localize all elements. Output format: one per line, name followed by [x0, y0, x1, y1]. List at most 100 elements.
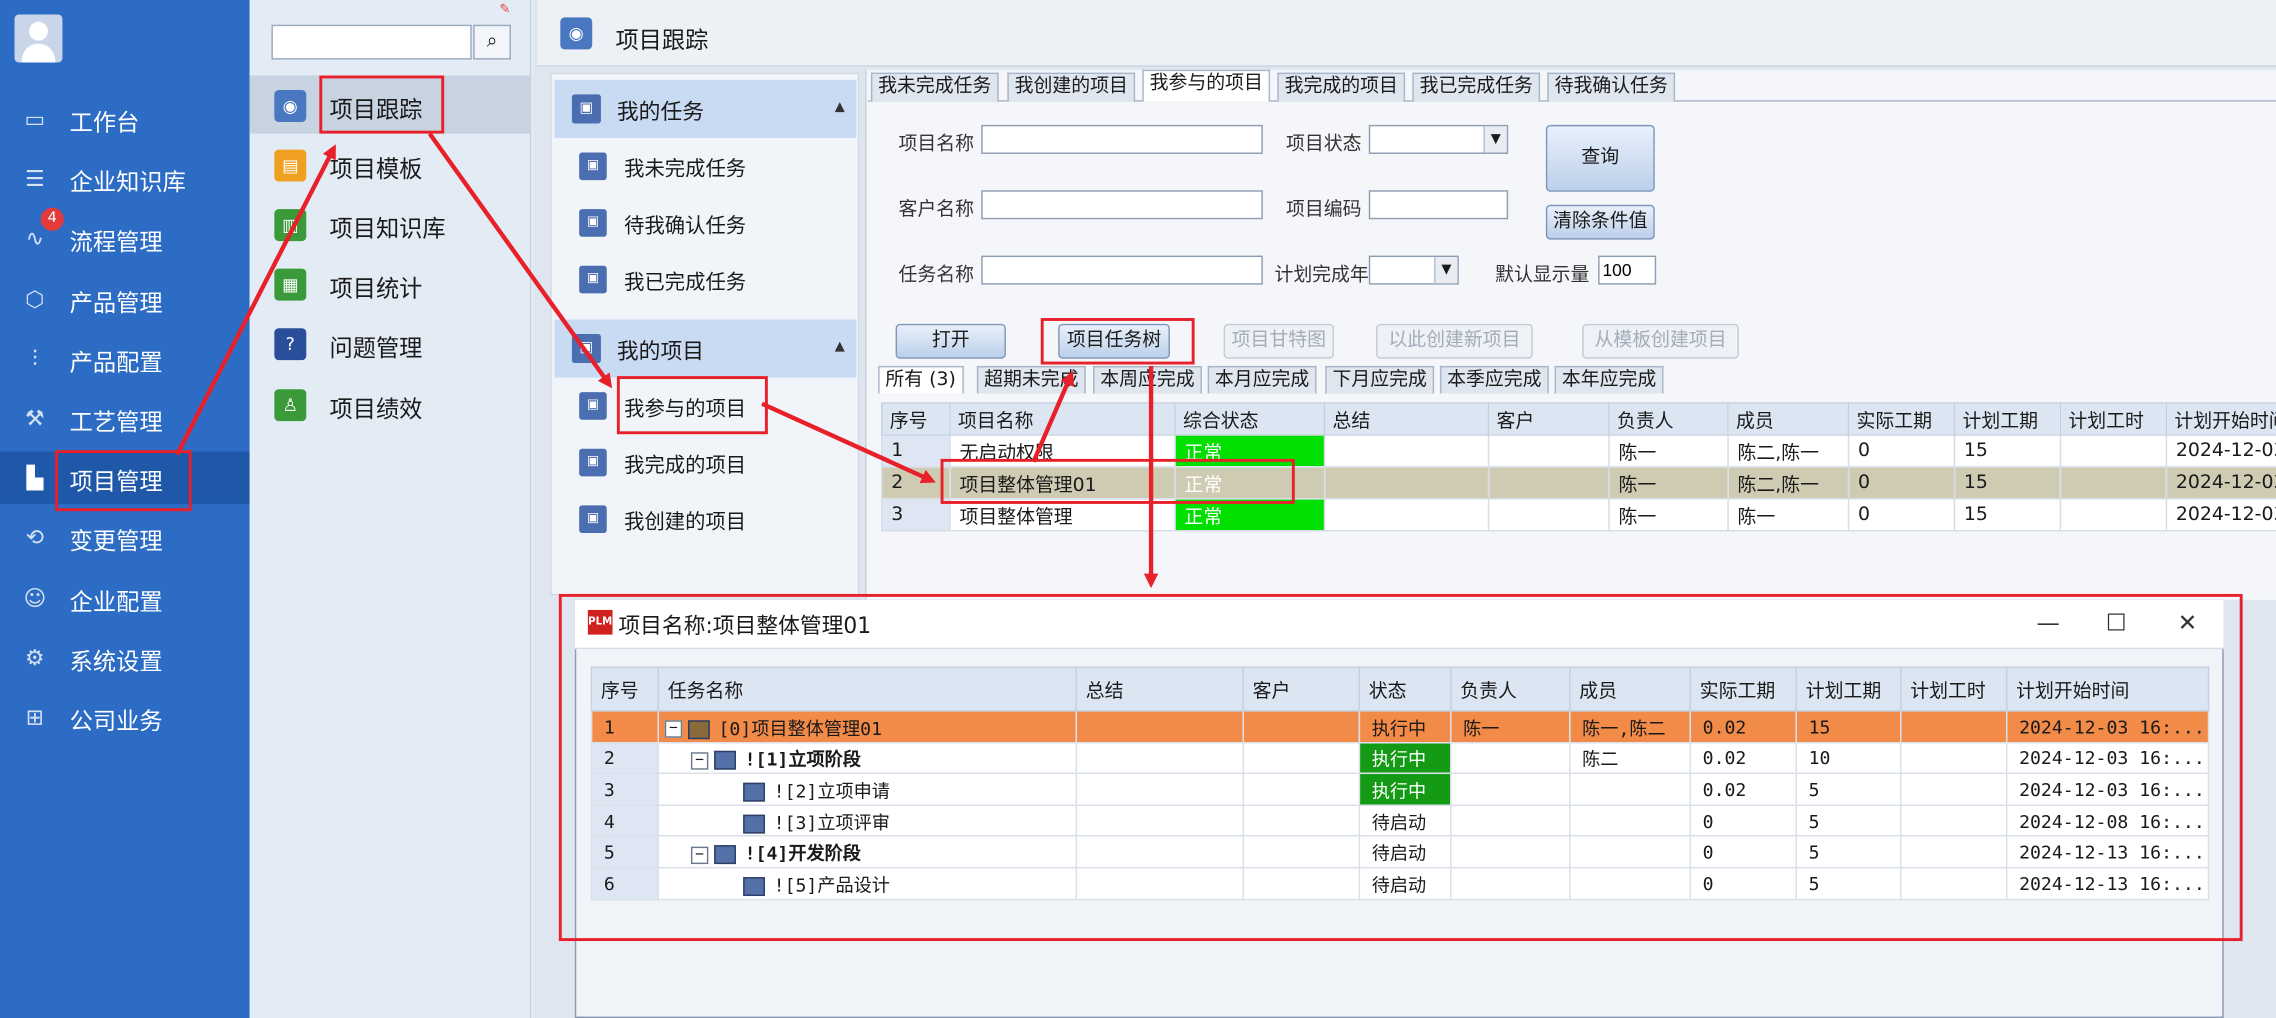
- submenu-item-performance[interactable]: ♙ 项目绩效: [250, 375, 532, 433]
- project-name-input[interactable]: [981, 124, 1263, 154]
- users-icon: ☺: [23, 585, 47, 612]
- nav-item-flow[interactable]: ∿ 流程管理: [0, 212, 250, 264]
- subtab-next-month[interactable]: 下月应完成: [1325, 365, 1435, 394]
- submenu-item-statistics[interactable]: ▦ 项目统计: [250, 254, 532, 312]
- search-input[interactable]: [271, 24, 472, 60]
- subtab-this-month[interactable]: 本月应完成: [1207, 365, 1317, 394]
- nav-item-business[interactable]: ⊞ 公司业务: [0, 691, 250, 743]
- group-my-projects[interactable]: ▣ 我的项目 ▲: [554, 319, 857, 378]
- annotation-box-task-tree: [1040, 318, 1195, 365]
- project-code-label: 项目编码: [1286, 198, 1362, 221]
- default-count-input[interactable]: [1598, 255, 1657, 285]
- annotation-box-joined: [616, 376, 768, 435]
- column-header[interactable]: 序号: [881, 402, 951, 436]
- project-status-select[interactable]: ▼: [1368, 124, 1509, 154]
- task-name-input[interactable]: [981, 255, 1263, 285]
- subtab-this-week[interactable]: 本周应完成: [1093, 365, 1202, 394]
- submenu-item-issues[interactable]: ? 问题管理: [250, 314, 532, 372]
- query-button[interactable]: 查询: [1545, 124, 1655, 192]
- plan-year-select[interactable]: ▼: [1368, 255, 1459, 285]
- search-icon[interactable]: ⌕: [473, 24, 511, 60]
- task-icon: ▣: [579, 152, 607, 181]
- column-header[interactable]: 综合状态: [1174, 402, 1326, 436]
- tree-item-created-projects[interactable]: ▣ 我创建的项目: [554, 492, 856, 547]
- subtab-all[interactable]: 所有 (3): [878, 365, 964, 394]
- column-header[interactable]: 客户: [1487, 402, 1610, 436]
- tab-done-tasks[interactable]: 我已完成任务: [1412, 72, 1541, 102]
- nav-item-settings[interactable]: ⚙ 系统设置: [0, 632, 250, 684]
- performance-icon: ♙: [274, 389, 307, 422]
- task-icon: ▣: [579, 209, 607, 237]
- project-name-label: 项目名称: [898, 133, 974, 156]
- customer-label: 客户名称: [898, 198, 974, 221]
- tree-item-undone-tasks[interactable]: ▣ 我未完成任务: [554, 139, 856, 194]
- pin-icon[interactable]: ✎: [499, 3, 514, 18]
- column-header[interactable]: 实际工期: [1847, 402, 1956, 436]
- annotation-box-project-mgmt: [55, 450, 192, 512]
- nav-item-change[interactable]: ⟲ 变更管理: [0, 511, 250, 563]
- project-status-label: 项目状态: [1286, 133, 1362, 156]
- subtab-overdue[interactable]: 超期未完成: [976, 365, 1086, 394]
- wrench-icon: ⚒: [25, 405, 45, 432]
- chart-icon: ▦: [274, 268, 307, 301]
- question-icon: ?: [274, 328, 307, 361]
- nav-item-enterprise[interactable]: ☺ 企业配置: [0, 572, 250, 624]
- create-from-button[interactable]: 以此创建新项目: [1376, 323, 1533, 359]
- group-my-tasks[interactable]: ▣ 我的任务 ▲: [554, 79, 857, 138]
- submenu-item-knowledge[interactable]: ▥ 项目知识库: [250, 195, 532, 253]
- project-code-input[interactable]: [1368, 190, 1509, 220]
- collapse-icon[interactable]: ▲: [835, 100, 845, 115]
- tree-item-finished-projects[interactable]: ▣ 我完成的项目: [554, 436, 856, 491]
- task-name-label: 任务名称: [898, 264, 974, 287]
- annotation-box-selected-row: [940, 458, 1295, 504]
- location-icon: ◉: [560, 17, 593, 50]
- tab-joined-projects[interactable]: 我参与的项目: [1142, 69, 1271, 102]
- column-header[interactable]: 计划工时: [2059, 402, 2168, 436]
- subtab-this-quarter[interactable]: 本季应完成: [1439, 365, 1549, 394]
- column-header[interactable]: 负责人: [1608, 402, 1729, 436]
- change-icon: ⟲: [25, 524, 44, 551]
- clear-conditions-button[interactable]: 清除条件值: [1545, 204, 1655, 240]
- nav-item-workbench[interactable]: ▭ 工作台: [0, 93, 250, 145]
- plan-year-label: 计划完成年: [1274, 264, 1369, 287]
- template-icon: ▤: [274, 149, 307, 182]
- project-icon: ▣: [579, 505, 607, 533]
- open-button[interactable]: 打开: [895, 323, 1006, 359]
- gear-icon: ⚙: [25, 644, 45, 671]
- page-title: 项目跟踪: [615, 26, 709, 54]
- tasks-icon: ▣: [571, 94, 601, 124]
- grid-icon: ⊞: [25, 704, 44, 731]
- default-count-label: 默认显示量: [1495, 264, 1590, 287]
- create-from-template-button[interactable]: 从模板创建项目: [1582, 323, 1739, 359]
- tree-item-done-tasks[interactable]: ▣ 我已完成任务: [554, 253, 856, 308]
- tab-undone-tasks[interactable]: 我未完成任务: [870, 72, 999, 102]
- column-header[interactable]: 项目名称: [949, 402, 1176, 436]
- column-header[interactable]: 计划工期: [1953, 402, 2062, 436]
- book-icon: ☰: [25, 165, 45, 192]
- nav-item-process[interactable]: ⚒ 工艺管理: [0, 392, 250, 444]
- tab-created-projects[interactable]: 我创建的项目: [1007, 72, 1136, 102]
- submenu-item-template[interactable]: ▤ 项目模板: [250, 135, 532, 193]
- column-header[interactable]: 成员: [1727, 402, 1850, 436]
- subtab-this-year[interactable]: 本年应完成: [1554, 365, 1664, 394]
- tab-finished-projects[interactable]: 我完成的项目: [1277, 72, 1406, 102]
- column-header[interactable]: 总结: [1323, 402, 1490, 436]
- nav-item-product[interactable]: ⬡ 产品管理: [0, 273, 250, 325]
- nav-item-knowledge[interactable]: ☰ 企业知识库: [0, 152, 250, 204]
- notification-badge: 4: [40, 207, 64, 231]
- avatar[interactable]: [14, 14, 63, 63]
- projects-icon: ▣: [571, 334, 601, 364]
- nav-item-product-config[interactable]: ⫶ 产品配置: [0, 333, 250, 385]
- cube-icon: ⬡: [25, 286, 45, 313]
- sliders-icon: ⫶: [32, 345, 38, 372]
- tree-item-confirm-tasks[interactable]: ▣ 待我确认任务: [554, 196, 856, 251]
- column-header[interactable]: 计划开始时间: [2165, 402, 2276, 436]
- location-icon: ◉: [274, 90, 307, 122]
- chevron-down-icon: ▼: [1434, 257, 1458, 284]
- collapse-icon[interactable]: ▲: [835, 340, 845, 355]
- customer-input[interactable]: [981, 190, 1263, 220]
- knowledge-icon: ▥: [274, 209, 307, 242]
- gantt-button[interactable]: 项目甘特图: [1223, 323, 1334, 359]
- tab-confirm-tasks[interactable]: 待我确认任务: [1547, 72, 1676, 102]
- project-icon: ▙: [26, 464, 44, 491]
